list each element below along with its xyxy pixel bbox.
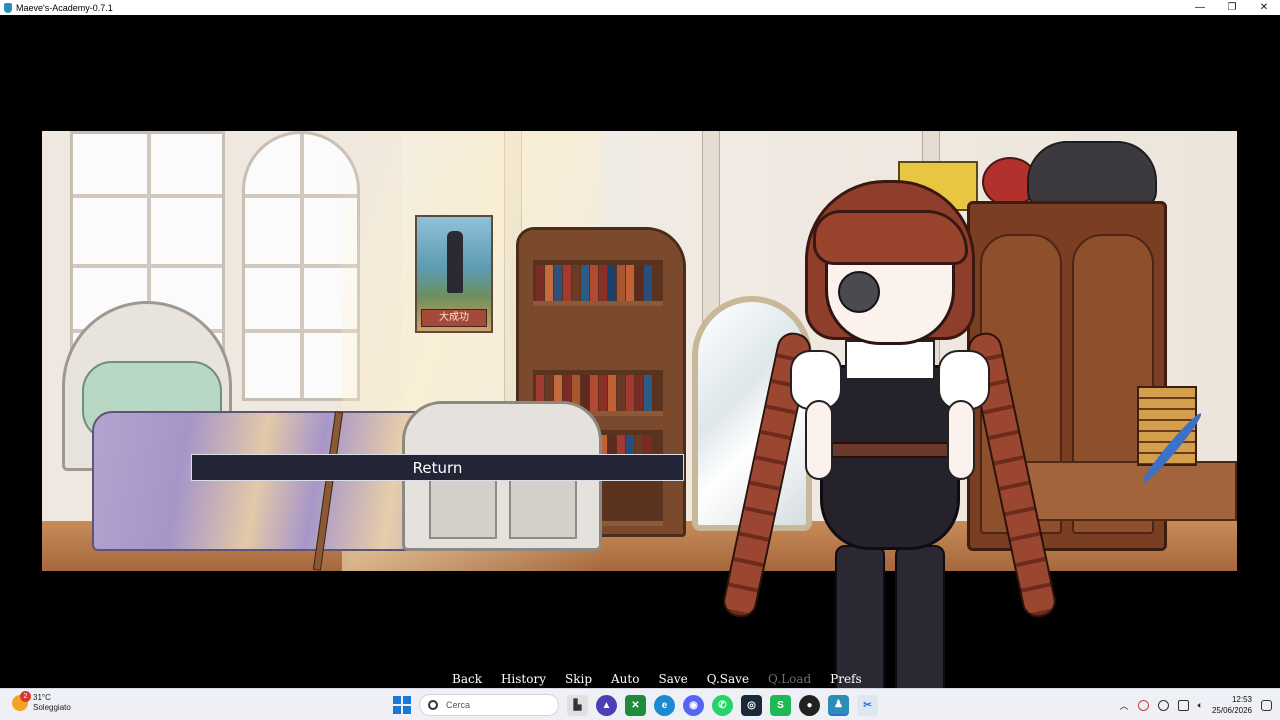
notification-badge: 2 [20,691,31,702]
network-icon[interactable] [1177,699,1189,711]
security-icon[interactable] [1137,699,1149,711]
snipping-tool-icon[interactable]: ✂ [857,694,878,716]
weather-condition: Soleggiato [33,703,71,712]
maximize-button[interactable]: ❐ [1216,0,1248,15]
quick-menu-history[interactable]: History [501,672,546,688]
quick-menu: Back History Skip Auto Save Q.Save Q.Loa… [452,672,881,688]
search-icon [428,700,438,710]
game-viewport[interactable]: 大成功 Return Back History Skip Auto Save Q… [0,15,1280,705]
system-tray: ︿ 🔈︎ 12:53 25/06/2026 [1120,693,1272,717]
quick-menu-skip[interactable]: Skip [565,672,592,688]
sun-icon: 2 [12,691,31,711]
file-explorer-icon[interactable]: ▙ [567,694,588,716]
bedroom-scene: 大成功 Return [42,131,1237,571]
window-titlebar: Maeve's-Academy-0.7.1 — ❐ ✕ [0,0,1280,15]
return-button[interactable]: Return [191,454,684,481]
windows-taskbar: 2 31°C Soleggiato Cerca ▙ ▲ ✕ e ◉ ✆ ◎ S … [0,688,1280,720]
bed [62,301,602,551]
character-sprite [695,180,1059,705]
taskbar-clock[interactable]: 12:53 25/06/2026 [1212,694,1252,716]
spotify-icon[interactable]: S [770,694,791,716]
volume-icon[interactable]: 🔈︎ [1198,700,1203,711]
window-controls: — ❐ ✕ [1184,0,1280,15]
quick-menu-auto[interactable]: Auto [611,672,639,688]
close-button[interactable]: ✕ [1248,0,1280,15]
whatsapp-icon[interactable]: ✆ [712,694,733,716]
quick-menu-qload: Q.Load [768,672,812,686]
chevron-up-icon[interactable]: ︿ [1120,699,1129,712]
proton-vpn-icon[interactable]: ▲ [596,694,617,716]
quick-menu-back[interactable]: Back [452,672,482,688]
minimize-button[interactable]: — [1184,0,1216,15]
steam-icon[interactable]: ◎ [741,694,762,716]
app-icon [4,2,12,13]
window-title: Maeve's-Academy-0.7.1 [16,2,113,13]
quick-menu-save[interactable]: Save [658,672,687,688]
clock-date: 25/06/2026 [1211,706,1252,715]
weather-temperature: 31°C [33,693,51,702]
taskbar-apps: Cerca ▙ ▲ ✕ e ◉ ✆ ◎ S ● ♟ ✂ [393,693,878,717]
microphone-icon[interactable] [1157,699,1169,711]
edge-icon[interactable]: e [654,694,675,716]
clock-time: 12:53 [1231,695,1252,704]
taskbar-search[interactable]: Cerca [419,694,559,716]
weather-widget[interactable]: 2 31°C Soleggiato [12,691,71,713]
game-icon[interactable]: ♟ [828,694,849,716]
quick-menu-prefs[interactable]: Prefs [830,672,862,688]
discord-icon[interactable]: ◉ [683,694,704,716]
obs-icon[interactable]: ● [799,694,820,716]
start-button[interactable] [393,696,411,714]
search-placeholder: Cerca [446,700,471,710]
xbox-icon[interactable]: ✕ [625,694,646,716]
notification-icon[interactable] [1261,699,1272,711]
quick-menu-qsave[interactable]: Q.Save [707,672,749,688]
